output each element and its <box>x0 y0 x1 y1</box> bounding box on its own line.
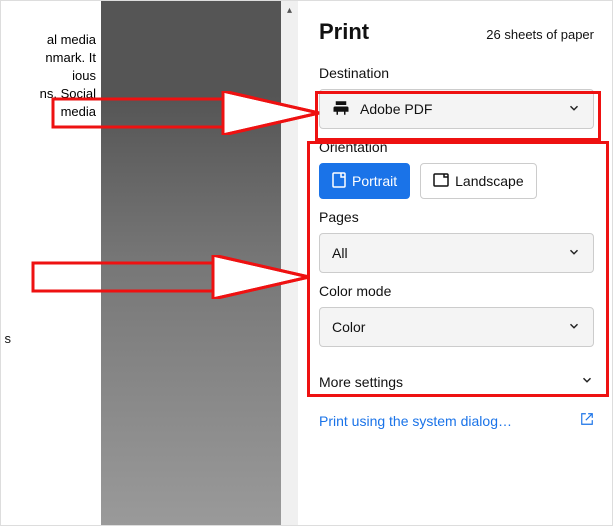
pages-select[interactable]: All <box>319 233 594 273</box>
panel-title: Print <box>319 19 369 45</box>
chevron-down-icon <box>567 101 581 118</box>
preview-scrollbar[interactable]: ▴ <box>281 1 298 526</box>
orientation-label: Orientation <box>319 139 594 155</box>
chevron-down-icon <box>580 373 594 390</box>
chevron-down-icon <box>567 319 581 336</box>
snippet-line: al media <box>47 32 96 47</box>
system-dialog-link[interactable]: Print using the system dialog… <box>319 413 512 429</box>
orientation-landscape-label: Landscape <box>455 173 524 189</box>
landscape-page-icon <box>433 173 449 190</box>
print-settings-panel: Print 26 sheets of paper Destination Ado… <box>299 1 612 526</box>
sheet-count: 26 sheets of paper <box>486 27 594 42</box>
pages-label: Pages <box>319 209 594 225</box>
chevron-down-icon <box>567 245 581 262</box>
orientation-portrait-button[interactable]: Portrait <box>319 163 410 199</box>
snippet-line: ious <box>72 68 96 83</box>
printer-icon <box>332 99 350 120</box>
color-mode-select[interactable]: Color <box>319 307 594 347</box>
orientation-portrait-label: Portrait <box>352 173 397 189</box>
print-preview-pane <box>101 1 281 526</box>
snippet-line: nmark. It <box>45 50 96 65</box>
pages-value: All <box>332 245 348 261</box>
destination-select[interactable]: Adobe PDF <box>319 89 594 129</box>
color-mode-label: Color mode <box>319 283 594 299</box>
more-settings-label: More settings <box>319 374 403 390</box>
external-link-icon <box>580 412 594 429</box>
portrait-page-icon <box>332 172 346 191</box>
document-text-snippet: s <box>1 331 11 346</box>
more-settings-toggle[interactable]: More settings <box>319 373 594 390</box>
document-text-snippet: al media nmark. It ious ns, Social media <box>1 31 96 121</box>
orientation-landscape-button[interactable]: Landscape <box>420 163 537 199</box>
snippet-line: s <box>5 331 12 346</box>
scroll-up-arrow-icon[interactable]: ▴ <box>281 1 298 21</box>
snippet-line: media <box>61 104 96 119</box>
color-mode-value: Color <box>332 319 365 335</box>
destination-value: Adobe PDF <box>360 101 432 117</box>
snippet-line: ns, Social <box>40 86 96 101</box>
destination-label: Destination <box>319 65 594 81</box>
